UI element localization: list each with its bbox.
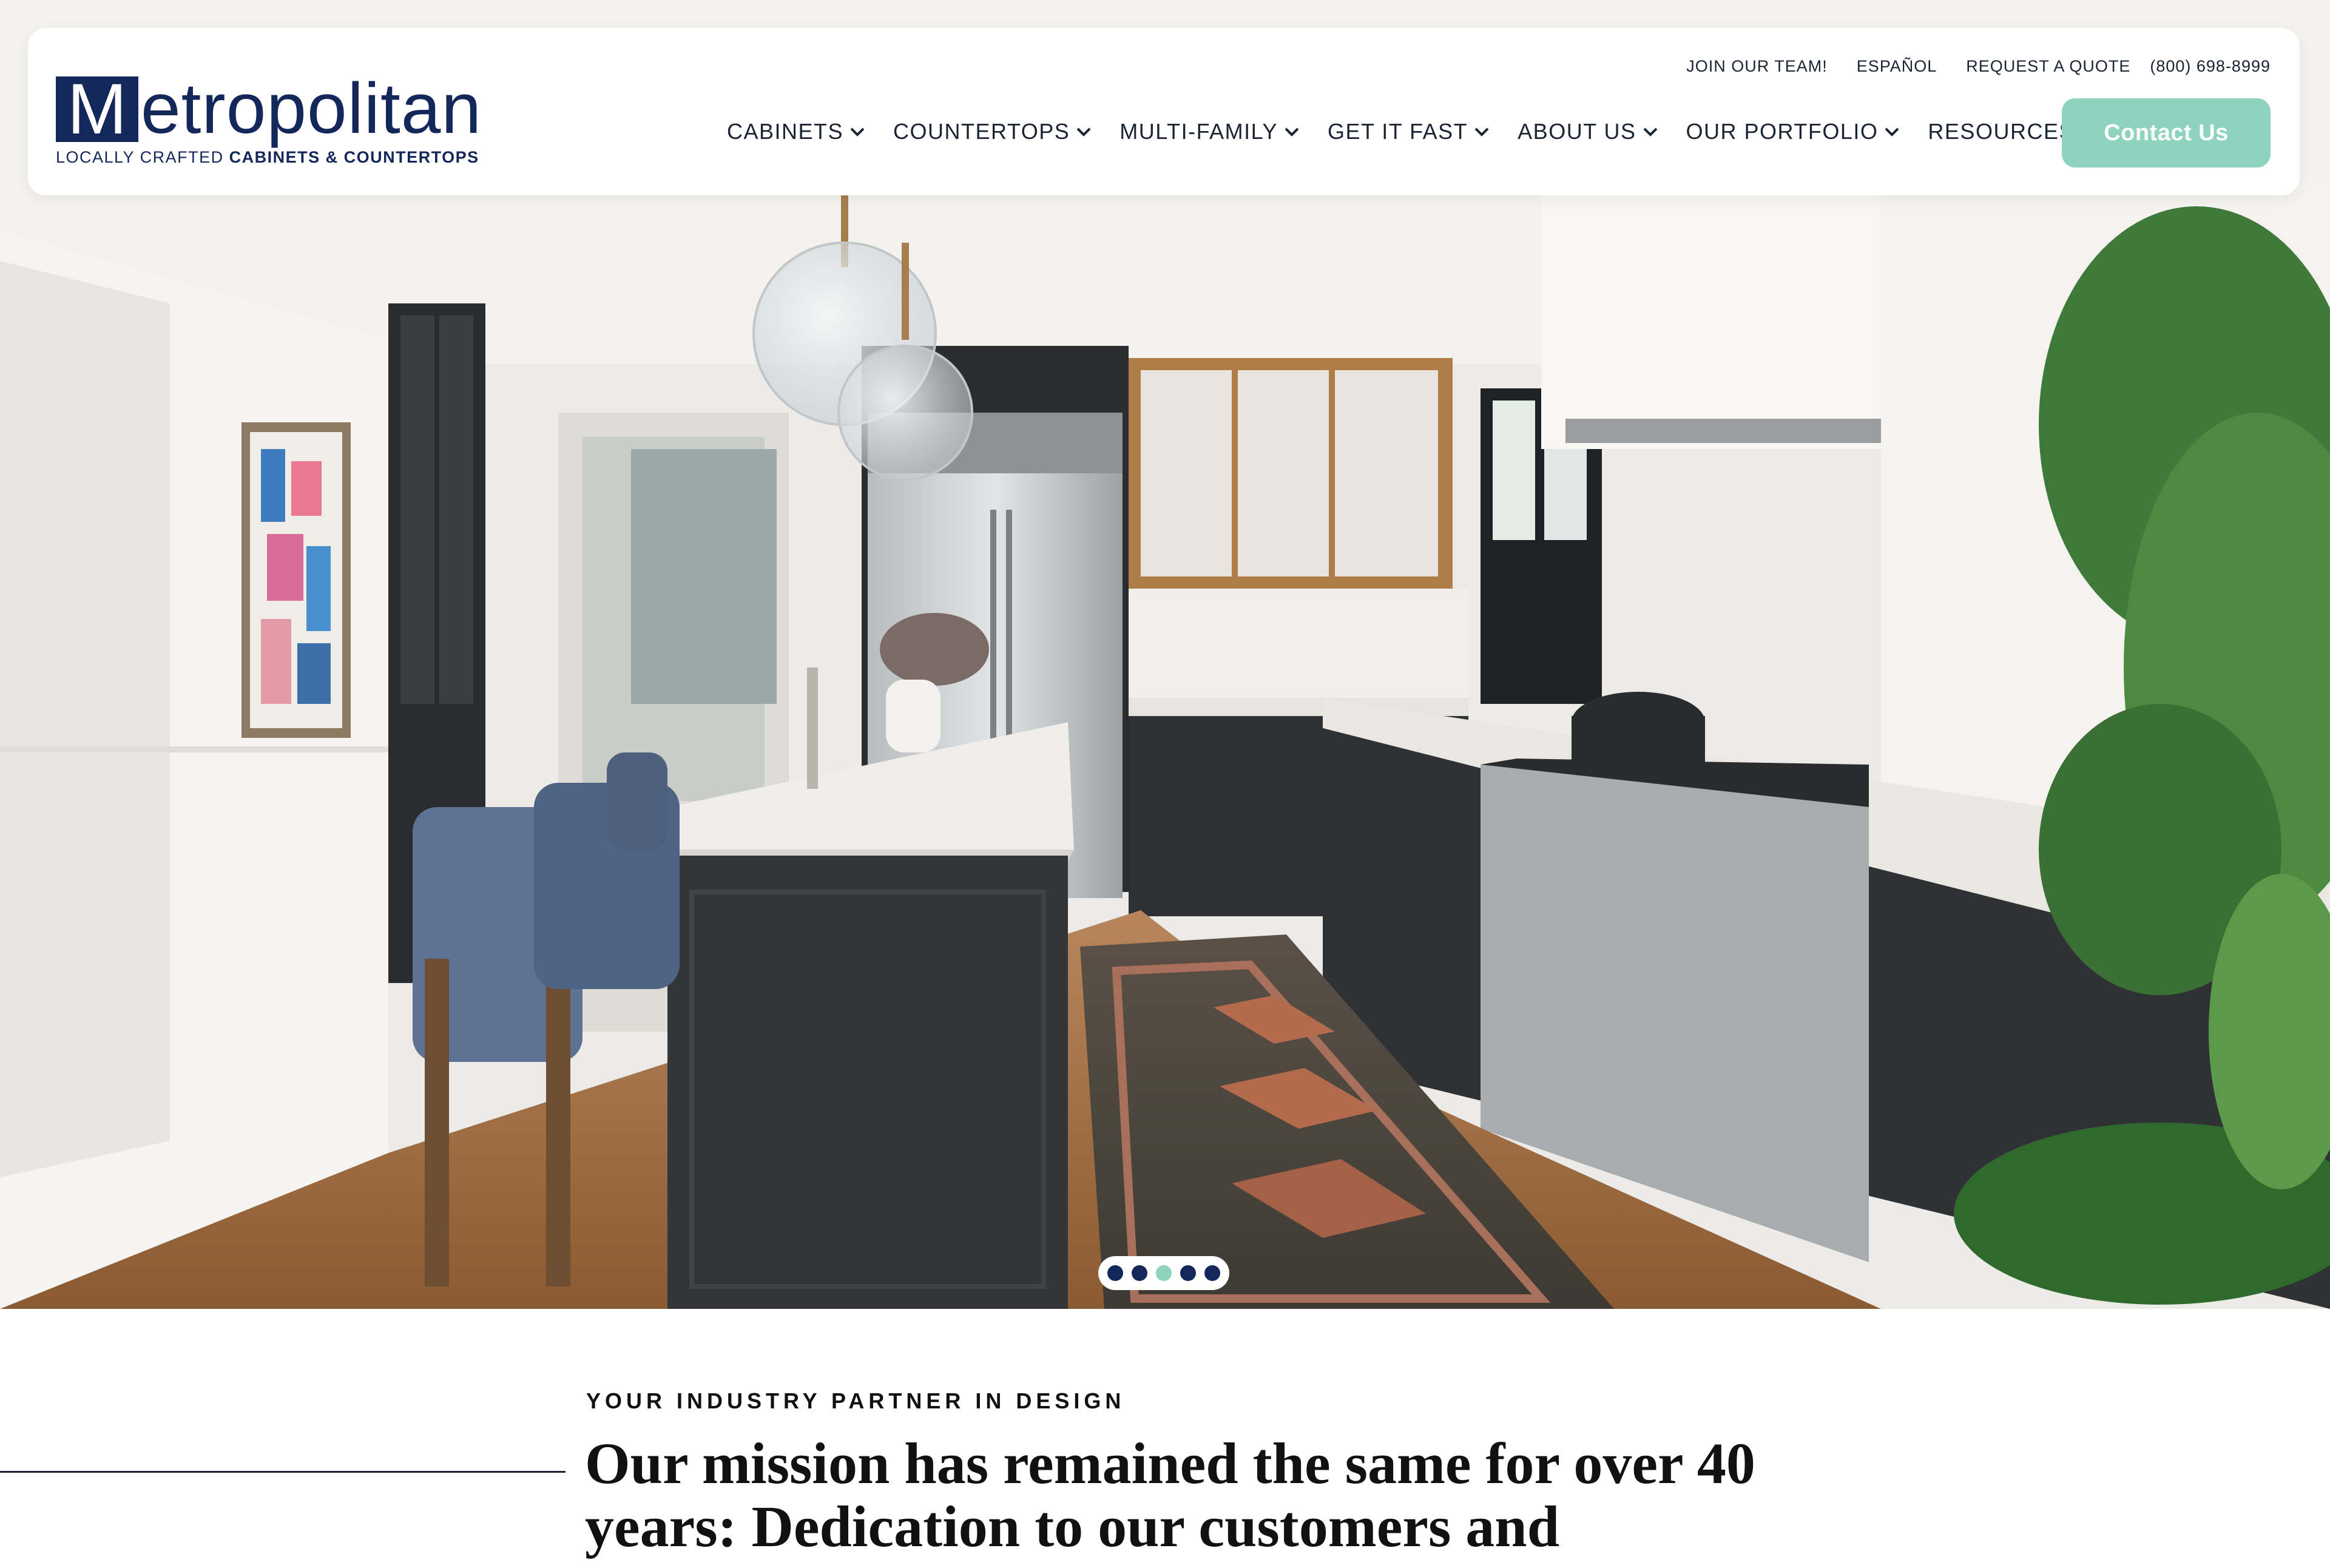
logo-wordmark: etropolitan (141, 69, 482, 149)
chevron-down-icon (1474, 127, 1489, 137)
nav-item-our-portfolio[interactable]: OUR PORTFOLIO (1686, 119, 1900, 144)
utility-nav: JOIN OUR TEAM! ESPAÑOL REQUEST A QUOTE (… (1686, 57, 2271, 76)
divider-line (0, 1471, 566, 1473)
section-eyebrow: YOUR INDUSTRY PARTNER IN DESIGN (586, 1388, 1126, 1413)
nav-label: MULTI-FAMILY (1119, 119, 1278, 144)
main-nav: CABINETS COUNTERTOPS MULTI-FAMILY GET IT… (727, 119, 2096, 144)
chevron-down-icon (1285, 127, 1299, 137)
nav-item-cabinets[interactable]: CABINETS (727, 119, 865, 144)
mission-statement: Our mission has remained the same for ov… (585, 1432, 1774, 1558)
nav-item-get-it-fast[interactable]: GET IT FAST (1328, 119, 1490, 144)
logo-tagline: LOCALLY CRAFTED CABINETS & COUNTERTOPS (56, 148, 479, 167)
slide-dot-4[interactable] (1180, 1265, 1196, 1281)
metropolitan-logo[interactable]: M etropolitan LOCALLY CRAFTED CABINETS &… (56, 69, 505, 167)
nav-item-multi-family[interactable]: MULTI-FAMILY (1119, 119, 1300, 144)
mission-line-1: Our mission has remained the same for ov… (585, 1431, 1755, 1496)
tagline-light: LOCALLY CRAFTED (56, 148, 229, 166)
chevron-down-icon (1643, 127, 1657, 137)
kitchen-photo (0, 0, 2330, 1309)
contact-us-button[interactable]: Contact Us (2062, 98, 2271, 167)
chevron-down-icon (850, 127, 865, 137)
logo-letter: M (56, 73, 138, 145)
mission-line-2: years: Dedication to our customers and (585, 1494, 1560, 1559)
hero-slider (0, 0, 2330, 1309)
nav-label: ABOUT US (1518, 119, 1636, 144)
slide-dot-5[interactable] (1204, 1265, 1220, 1281)
nav-label: COUNTERTOPS (893, 119, 1070, 144)
nav-item-countertops[interactable]: COUNTERTOPS (893, 119, 1092, 144)
utility-link-phone[interactable]: (800) 698-8999 (2150, 57, 2271, 76)
slider-pagination (1098, 1256, 1229, 1290)
nav-label: CABINETS (727, 119, 844, 144)
nav-item-about-us[interactable]: ABOUT US (1518, 119, 1658, 144)
chevron-down-icon (1076, 127, 1091, 137)
nav-label: RESOURCES (1928, 119, 2075, 144)
site-header: M etropolitan LOCALLY CRAFTED CABINETS &… (28, 28, 2300, 195)
tagline-bold: CABINETS & COUNTERTOPS (229, 148, 479, 166)
utility-link-join-team[interactable]: JOIN OUR TEAM! (1686, 57, 1828, 76)
slide-dot-1[interactable] (1107, 1265, 1123, 1281)
utility-link-espanol[interactable]: ESPAÑOL (1857, 57, 1937, 76)
nav-label: OUR PORTFOLIO (1686, 119, 1879, 144)
slide-dot-2[interactable] (1132, 1265, 1147, 1281)
slide-dot-3-active[interactable] (1156, 1265, 1172, 1281)
utility-link-request-quote[interactable]: REQUEST A QUOTE (1966, 57, 2130, 76)
chevron-down-icon (1885, 127, 1899, 137)
nav-label: GET IT FAST (1327, 119, 1468, 144)
